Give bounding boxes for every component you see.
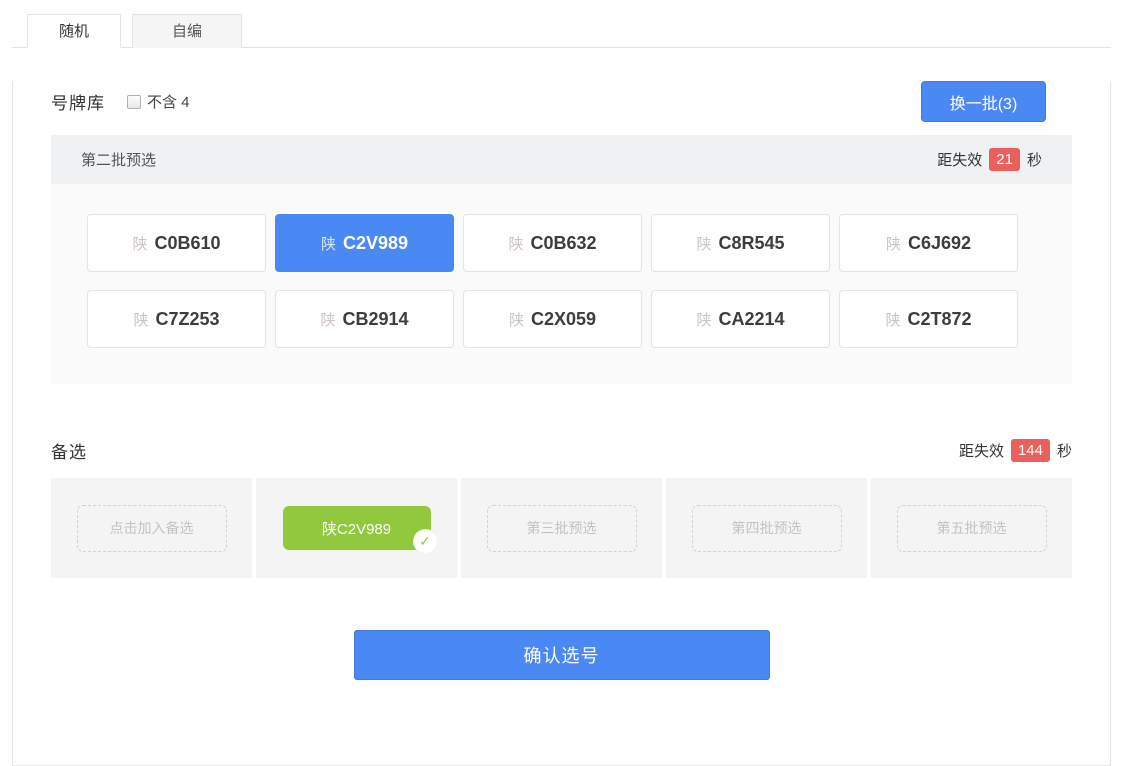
backup-slot-filled[interactable]: 陕C2V989✓ bbox=[283, 506, 431, 550]
backup-slot[interactable]: 第三批预选 bbox=[461, 478, 662, 578]
pool-header: 号牌库 不含 4 换一批(3) bbox=[51, 81, 1072, 122]
plate-number: C0B610 bbox=[154, 233, 220, 254]
exclude-4-label: 不含 4 bbox=[147, 91, 190, 112]
tab-bar: 随机自编 bbox=[12, 14, 1111, 48]
batch-section: 第二批预选 距失效 21 秒 陕 C0B610 陕 C2V989 陕 C0B632 陕 C8R… bbox=[51, 135, 1072, 384]
plate-number: CB2914 bbox=[342, 309, 408, 330]
plate-province: 陕 bbox=[885, 309, 900, 330]
plate-province: 陕 bbox=[509, 309, 524, 330]
tab-random[interactable]: 随机 bbox=[27, 14, 121, 48]
plate-option[interactable]: 陕 C2V989 bbox=[275, 214, 454, 272]
backup-expiry: 距失效 144 秒 bbox=[959, 439, 1072, 462]
plate-province: 陕 bbox=[696, 309, 711, 330]
backup-slot[interactable]: 陕C2V989 ✓ bbox=[256, 478, 457, 578]
expiry-suffix: 秒 bbox=[1027, 149, 1042, 170]
batch-header: 第二批预选 距失效 21 秒 bbox=[51, 135, 1072, 184]
backup-header: 备选 距失效 144 秒 bbox=[51, 438, 1072, 463]
plate-grid: 陕 C0B610 陕 C2V989 陕 C0B632 陕 C8R545 陕 C6J692 陕 C7Z2… bbox=[87, 214, 1036, 348]
plate-option[interactable]: 陕 C7Z253 bbox=[87, 290, 266, 348]
batch-title: 第二批预选 bbox=[81, 149, 156, 170]
backup-slot-placeholder[interactable]: 第三批预选 bbox=[487, 505, 637, 552]
plate-option[interactable]: 陕 C0B632 bbox=[463, 214, 642, 272]
backup-slot-placeholder[interactable]: 第四批预选 bbox=[692, 505, 842, 552]
random-tab-panel: 号牌库 不含 4 换一批(3) 第二批预选 距失效 21 秒 陕C0B610陕C… bbox=[12, 81, 1111, 766]
slot-label: 陕C2V989 bbox=[322, 518, 391, 539]
plate-number: C2X059 bbox=[531, 309, 596, 330]
plate-number: C0B632 bbox=[530, 233, 596, 254]
backup-slot-placeholder[interactable]: 第五批预选 bbox=[897, 505, 1047, 552]
plate-number: C2T872 bbox=[907, 309, 971, 330]
slot-label: 第三批预选 bbox=[527, 518, 597, 538]
slot-label: 第五批预选 bbox=[937, 518, 1007, 538]
plate-province: 陕 bbox=[886, 233, 901, 254]
expiry-seconds-badge: 21 bbox=[989, 148, 1020, 171]
plate-number: C6J692 bbox=[908, 233, 971, 254]
plate-province: 陕 bbox=[320, 309, 335, 330]
pool-title: 号牌库 bbox=[51, 89, 105, 114]
tab-custom[interactable]: 自编 bbox=[132, 14, 242, 48]
backup-slot-placeholder[interactable]: 点击加入备选 bbox=[77, 505, 227, 552]
check-icon: ✓ bbox=[414, 530, 437, 553]
backup-slot[interactable]: 第四批预选 bbox=[666, 478, 867, 578]
expiry-prefix: 距失效 bbox=[937, 149, 982, 170]
plate-option[interactable]: 陕 CA2214 bbox=[651, 290, 830, 348]
backup-title: 备选 bbox=[51, 438, 87, 463]
backup-slots: 点击加入备选 陕C2V989 ✓ 第三批预选 第四批预选 第五批预选 bbox=[51, 478, 1072, 578]
plate-option[interactable]: 陕 C2T872 bbox=[839, 290, 1018, 348]
plate-province: 陕 bbox=[321, 233, 336, 254]
confirm-selection-button[interactable]: 确认选号 bbox=[354, 630, 770, 680]
plate-number: C7Z253 bbox=[155, 309, 219, 330]
backup-slot[interactable]: 点击加入备选 bbox=[51, 478, 252, 578]
expiry-seconds-badge: 144 bbox=[1011, 439, 1050, 462]
expiry-suffix: 秒 bbox=[1057, 440, 1072, 461]
confirm-row: 确认选号 bbox=[51, 630, 1072, 680]
plate-number: CA2214 bbox=[718, 309, 784, 330]
slot-label: 点击加入备选 bbox=[110, 518, 194, 538]
batch-body: 陕 C0B610 陕 C2V989 陕 C0B632 陕 C8R545 陕 C6J692 陕 C7Z2… bbox=[51, 184, 1072, 384]
plate-number: C8R545 bbox=[718, 233, 784, 254]
exclude-4-checkbox[interactable] bbox=[127, 95, 141, 109]
batch-expiry: 距失效 21 秒 bbox=[937, 148, 1042, 171]
slot-label: 第四批预选 bbox=[732, 518, 802, 538]
exclude-4-filter[interactable]: 不含 4 bbox=[127, 91, 190, 112]
plate-option[interactable]: 陕 C8R545 bbox=[651, 214, 830, 272]
plate-option[interactable]: 陕 C0B610 bbox=[87, 214, 266, 272]
plate-option[interactable]: 陕 C2X059 bbox=[463, 290, 642, 348]
expiry-prefix: 距失效 bbox=[959, 440, 1004, 461]
plate-province: 陕 bbox=[508, 233, 523, 254]
plate-province: 陕 bbox=[696, 233, 711, 254]
plate-province: 陕 bbox=[133, 309, 148, 330]
plate-option[interactable]: 陕 C6J692 bbox=[839, 214, 1018, 272]
plate-option[interactable]: 陕 CB2914 bbox=[275, 290, 454, 348]
backup-slot[interactable]: 第五批预选 bbox=[871, 478, 1072, 578]
refresh-batch-button[interactable]: 换一批(3) bbox=[921, 81, 1046, 122]
plate-number: C2V989 bbox=[343, 233, 408, 254]
plate-province: 陕 bbox=[132, 233, 147, 254]
